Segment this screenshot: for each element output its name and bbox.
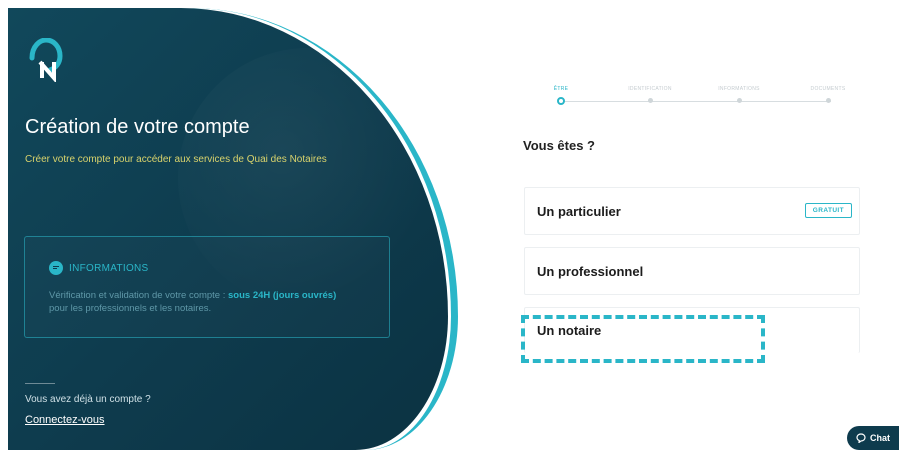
- step-dot: [736, 98, 742, 103]
- page-title: Création de votre compte: [25, 116, 250, 138]
- option-professionnel[interactable]: Un professionnel: [524, 247, 860, 295]
- chat-bubble-icon: [856, 433, 866, 443]
- info-heading: INFORMATIONS: [49, 261, 149, 275]
- step-label: ÊTRE: [553, 86, 569, 92]
- login-link[interactable]: Connectez-vous: [25, 414, 105, 426]
- option-label: Un particulier: [537, 203, 621, 219]
- speech-bubble-icon: [49, 261, 63, 275]
- step-1[interactable]: ÊTRE: [531, 86, 591, 105]
- step-dot: [647, 98, 653, 103]
- step-3[interactable]: INFORMATIONS: [709, 86, 769, 103]
- step-label: DOCUMENTS: [810, 86, 846, 92]
- option-notaire[interactable]: Un notaire: [524, 307, 860, 353]
- progress-stepper: ÊTRE IDENTIFICATION INFORMATIONS DOCUMEN…: [545, 86, 845, 110]
- option-label: Un professionnel: [537, 263, 644, 279]
- info-text-before: Vérification et validation de votre comp…: [49, 290, 229, 301]
- info-text: Vérification et validation de votre comp…: [49, 289, 379, 315]
- step-label: INFORMATIONS: [718, 86, 760, 92]
- option-particulier[interactable]: Un particulier GRATUIT: [524, 187, 860, 235]
- step-label: IDENTIFICATION: [628, 86, 672, 92]
- form-question: Vous êtes ?: [523, 138, 596, 153]
- step-2[interactable]: IDENTIFICATION: [620, 86, 680, 103]
- chat-button[interactable]: Chat: [847, 426, 899, 450]
- account-question: Vous avez déjà un compte ?: [25, 394, 151, 405]
- stepper-line: [561, 101, 831, 102]
- step-4[interactable]: DOCUMENTS: [798, 86, 858, 103]
- chat-label: Chat: [870, 433, 890, 443]
- free-badge: GRATUIT: [804, 203, 852, 218]
- hero-panel: Création de votre compte Créer votre com…: [8, 8, 448, 450]
- info-box: INFORMATIONS Vérification et validation …: [24, 236, 390, 338]
- step-dot: [825, 98, 831, 103]
- info-text-highlight: sous 24H (jours ouvrés): [228, 290, 337, 301]
- divider: [25, 383, 55, 384]
- info-text-after: pour les professionnels et les notaires.: [49, 303, 212, 314]
- page-subtitle: Créer votre compte pour accéder aux serv…: [25, 154, 327, 165]
- quai-des-notaires-logo: [29, 38, 63, 82]
- step-dot: [557, 97, 565, 105]
- option-label: Un notaire: [537, 323, 602, 338]
- info-heading-label: INFORMATIONS: [69, 262, 149, 274]
